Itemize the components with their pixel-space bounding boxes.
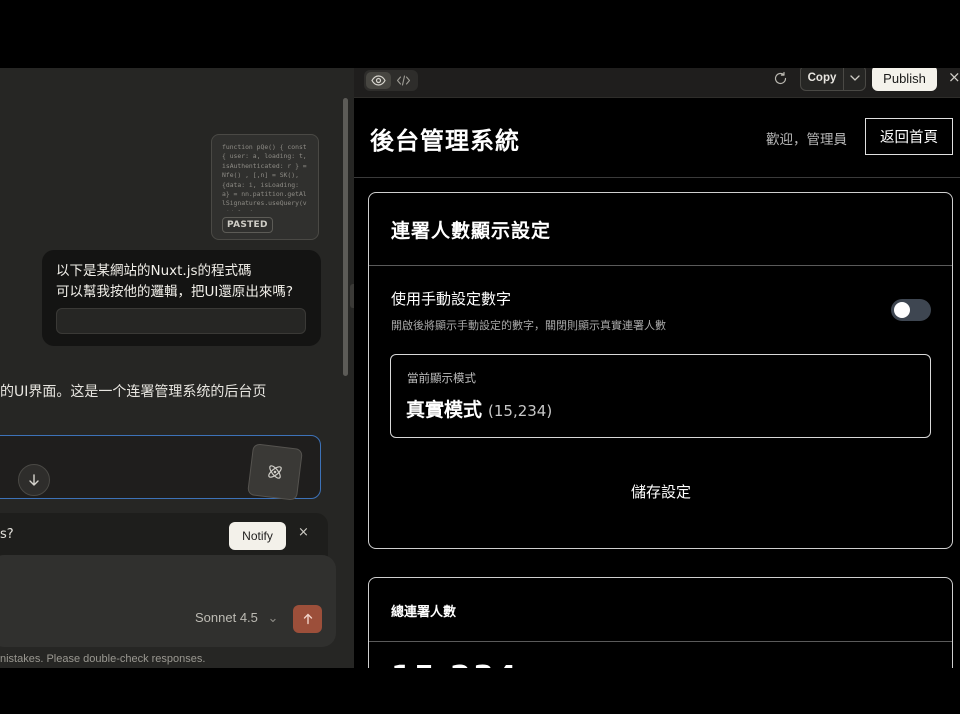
copy-button[interactable]: Copy xyxy=(801,68,844,90)
preview-tab[interactable] xyxy=(366,72,391,89)
pasted-code-snippet: function pQe() { const { user: a, loadin… xyxy=(222,143,307,211)
pasted-content-card[interactable]: function pQe() { const { user: a, loadin… xyxy=(211,134,319,240)
message-edit-field[interactable] xyxy=(56,308,306,334)
notify-button[interactable]: Notify xyxy=(229,522,286,550)
notify-banner-text: s? xyxy=(0,527,14,542)
model-selector[interactable]: Sonnet 4.5 ⌄ xyxy=(195,610,278,626)
code-icon xyxy=(396,75,411,86)
pasted-badge: PASTED xyxy=(222,217,273,233)
bottom-letterbox xyxy=(0,668,960,714)
close-icon[interactable]: × xyxy=(948,68,960,86)
arrow-up-icon xyxy=(303,613,312,625)
current-mode-box: 當前顯示模式 真實模式 (15,234) xyxy=(390,354,931,438)
copy-button-group: Copy xyxy=(800,68,866,91)
disclaimer-text: nistakes. Please double-check responses. xyxy=(0,653,206,665)
save-settings-button[interactable]: 儲存設定 xyxy=(591,471,731,511)
current-mode-value: 真實模式 (15,234) xyxy=(406,395,552,422)
display-settings-card: 連署人數顯示設定 使用手動設定數字 開啟後將顯示手動設定的數字，關閉則顯示真實連… xyxy=(368,192,953,549)
copy-options-chevron-icon[interactable] xyxy=(844,68,865,90)
display-settings-header: 連署人數顯示設定 xyxy=(369,193,952,266)
artifact-thumbnail[interactable] xyxy=(247,443,303,501)
publish-button[interactable]: Publish xyxy=(872,68,937,91)
chat-scrollbar[interactable] xyxy=(343,98,348,376)
artifact-pane: Copy Publish × 後台管理系統 歡迎，管理員 返回首頁 連署人數顯示… xyxy=(354,68,960,668)
assistant-response-text: 的UI界面。这是一个连署管理系统的后台页 xyxy=(0,384,267,400)
chat-pane: function pQe() { const { user: a, loadin… xyxy=(0,68,354,668)
mode-name: 真實模式 xyxy=(406,399,483,421)
site-header: 後台管理系統 歡迎，管理員 返回首頁 xyxy=(354,99,960,178)
send-button[interactable] xyxy=(293,605,322,633)
total-signatures-value: 15,234 xyxy=(391,660,519,668)
message-composer[interactable] xyxy=(0,555,336,647)
total-signatures-header: 總連署人數 xyxy=(369,578,952,642)
atom-icon xyxy=(268,465,282,479)
user-message-bubble: 以下是某網站的Nuxt.js的程式碼 可以幫我按他的邏輯，把UI還原出來嗎? xyxy=(42,250,321,346)
toggle-knob xyxy=(894,302,910,318)
code-tab[interactable] xyxy=(391,72,416,89)
view-toggle xyxy=(364,70,418,91)
user-message-line-2: 可以幫我按他的邏輯，把UI還原出來嗎? xyxy=(56,284,294,300)
manual-number-label: 使用手動設定數字 xyxy=(391,290,512,308)
top-letterbox xyxy=(0,0,960,68)
reload-icon[interactable] xyxy=(770,68,790,88)
user-message-line-1: 以下是某網站的Nuxt.js的程式碼 xyxy=(56,263,252,279)
model-name: Sonnet 4.5 xyxy=(195,610,258,625)
page-title: 後台管理系統 xyxy=(370,127,520,155)
welcome-text: 歡迎，管理員 xyxy=(766,132,847,148)
back-home-button[interactable]: 返回首頁 xyxy=(865,118,953,155)
arrow-down-icon xyxy=(29,474,39,486)
scroll-to-bottom-button[interactable] xyxy=(18,464,50,496)
artifact-toolbar: Copy Publish × xyxy=(354,68,960,98)
manual-number-description: 開啟後將顯示手動設定的數字，關閉則顯示真實連署人數 xyxy=(391,319,666,332)
chevron-down-icon: ⌄ xyxy=(267,610,279,625)
display-settings-title: 連署人數顯示設定 xyxy=(391,220,552,242)
total-signatures-card: 總連署人數 15,234 xyxy=(368,577,953,668)
mode-count: (15,234) xyxy=(488,402,553,420)
eye-icon xyxy=(371,75,386,86)
manual-number-toggle[interactable] xyxy=(891,299,931,321)
notify-close-button[interactable]: × xyxy=(298,525,309,540)
current-mode-label: 當前顯示模式 xyxy=(407,371,476,385)
total-signatures-title: 總連署人數 xyxy=(391,605,457,620)
